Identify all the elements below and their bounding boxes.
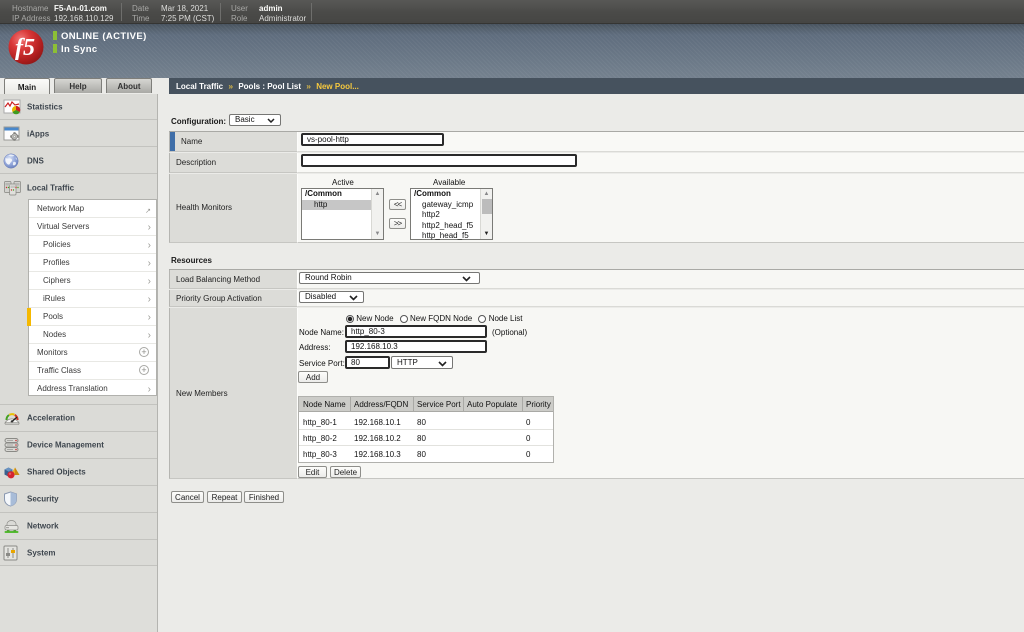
svg-text:f5: f5 [15,35,35,61]
